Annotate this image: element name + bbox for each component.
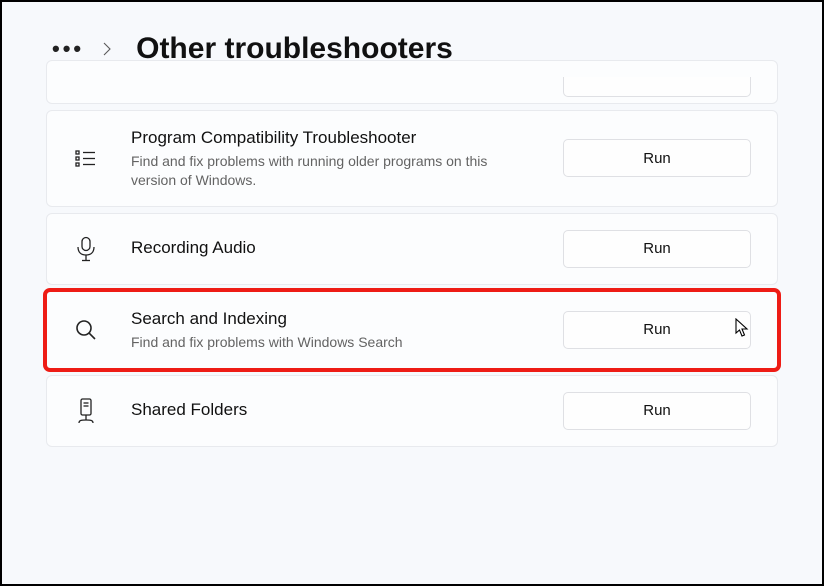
troubleshooter-card-shared-folders: Shared Folders Run bbox=[46, 375, 778, 447]
troubleshooter-card-program-compat: Program Compatibility Troubleshooter Fin… bbox=[46, 110, 778, 207]
checklist-icon bbox=[69, 146, 103, 170]
server-icon bbox=[69, 397, 103, 425]
chevron-right-icon bbox=[102, 41, 112, 57]
item-desc: Find and fix problems with running older… bbox=[131, 152, 501, 190]
troubleshooter-list: Program Compatibility Troubleshooter Fin… bbox=[2, 90, 822, 447]
microphone-icon bbox=[69, 236, 103, 262]
item-title: Program Compatibility Troubleshooter bbox=[131, 127, 551, 150]
item-title: Recording Audio bbox=[131, 237, 551, 260]
run-button-partial[interactable] bbox=[563, 77, 751, 97]
troubleshooter-card-partial bbox=[46, 60, 778, 104]
ellipsis-icon[interactable]: ••• bbox=[52, 38, 84, 60]
search-icon bbox=[69, 318, 103, 342]
item-desc: Find and fix problems with Windows Searc… bbox=[131, 333, 501, 352]
troubleshooter-card-recording-audio: Recording Audio Run bbox=[46, 213, 778, 285]
run-button[interactable]: Run bbox=[563, 139, 751, 177]
run-button[interactable]: Run bbox=[563, 392, 751, 430]
item-title: Search and Indexing bbox=[131, 308, 551, 331]
run-button[interactable]: Run bbox=[563, 311, 751, 349]
run-button[interactable]: Run bbox=[563, 230, 751, 268]
troubleshooter-card-search-indexing: Search and Indexing Find and fix problem… bbox=[46, 291, 778, 369]
item-title: Shared Folders bbox=[131, 399, 551, 422]
